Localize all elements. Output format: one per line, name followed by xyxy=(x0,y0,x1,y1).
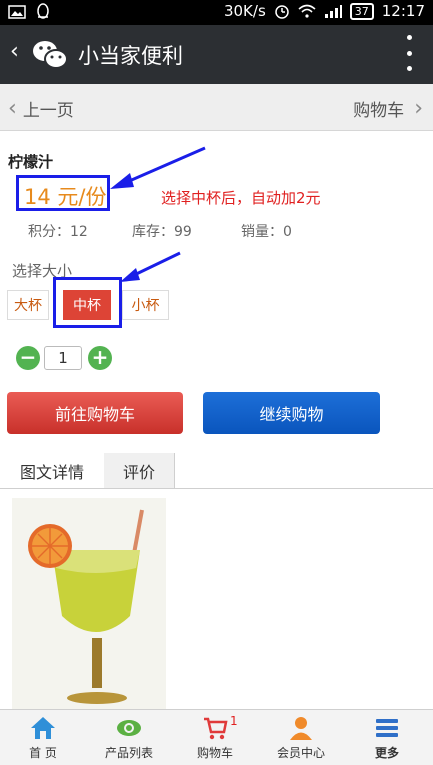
page-nav-bar: ‹ 上一页 购物车 › xyxy=(0,84,433,131)
app-header: ‹ 小当家便利 xyxy=(0,25,433,84)
price-annotation: 选择中杯后，自动加2元 xyxy=(161,189,321,207)
nav-home-label: 首 页 xyxy=(29,746,57,760)
user-icon xyxy=(290,717,312,740)
nav-home[interactable]: 首 页 xyxy=(0,710,86,765)
tab-reviews[interactable]: 评价 xyxy=(104,453,175,488)
detail-tabs: 图文详情 评价 xyxy=(0,453,433,489)
nav-cart[interactable]: 1 购物车 xyxy=(172,710,258,765)
qq-icon xyxy=(37,3,49,19)
size-option-large[interactable]: 大杯 xyxy=(7,290,49,320)
nav-member-center[interactable]: 会员中心 xyxy=(258,710,344,765)
bottom-nav: 首 页 产品列表 1 购物车 会员中心 更多 xyxy=(0,709,433,765)
menu-icon xyxy=(376,719,398,737)
battery-icon: 37 xyxy=(349,2,374,20)
stock-value: 库存：99 xyxy=(132,224,192,240)
annotation-arrow-icon xyxy=(120,251,181,282)
product-name: 柠檬汁 xyxy=(8,153,54,171)
increase-quantity-button[interactable]: + xyxy=(88,346,112,370)
lemonade-glass-illustration xyxy=(12,498,166,710)
status-bar: 30K/s 37 12:17 xyxy=(0,0,433,25)
network-speed: 30K/s xyxy=(223,2,266,20)
prev-page-link[interactable]: ‹ 上一页 xyxy=(8,96,74,121)
page-title: 小当家便利 xyxy=(78,44,183,68)
product-price: 14 元/份 xyxy=(24,185,107,209)
chevron-right-icon: › xyxy=(414,95,423,121)
size-option-medium[interactable]: 中杯 xyxy=(63,290,111,320)
nav-member-label: 会员中心 xyxy=(276,746,325,760)
cart-icon xyxy=(204,717,228,740)
cart-link-label: 购物车 xyxy=(353,101,405,121)
clock: 12:17 xyxy=(381,2,425,20)
cart-link[interactable]: 购物车 › xyxy=(353,96,423,121)
back-icon[interactable]: ‹ xyxy=(10,39,19,64)
tab-details[interactable]: 图文详情 xyxy=(0,453,105,488)
nav-products[interactable]: 产品列表 xyxy=(86,710,172,765)
cart-badge: 1 xyxy=(230,714,238,728)
decrease-quantity-button[interactable]: − xyxy=(16,346,40,370)
signal-icon xyxy=(324,5,342,18)
more-menu-icon[interactable] xyxy=(407,35,413,71)
image-icon xyxy=(8,5,26,19)
prev-page-label: 上一页 xyxy=(22,101,74,121)
chevron-left-icon: ‹ xyxy=(8,95,17,121)
nav-cart-label: 购物车 xyxy=(196,746,233,760)
go-to-cart-button[interactable]: 前往购物车 xyxy=(7,392,183,434)
points-value: 积分：12 xyxy=(28,224,88,240)
product-image xyxy=(12,498,166,710)
nav-products-label: 产品列表 xyxy=(104,746,153,760)
alarm-icon xyxy=(275,5,289,19)
eye-icon xyxy=(117,720,141,736)
continue-shopping-button[interactable]: 继续购物 xyxy=(203,392,380,434)
quantity-input[interactable]: 1 xyxy=(44,346,82,370)
nav-more-label: 更多 xyxy=(374,746,399,760)
size-option-small[interactable]: 小杯 xyxy=(122,290,169,320)
sales-value: 销量：0 xyxy=(241,224,292,240)
wifi-icon xyxy=(298,4,316,18)
wechat-logo-icon xyxy=(33,41,68,69)
home-icon xyxy=(31,717,55,739)
nav-more[interactable]: 更多 xyxy=(344,710,430,765)
